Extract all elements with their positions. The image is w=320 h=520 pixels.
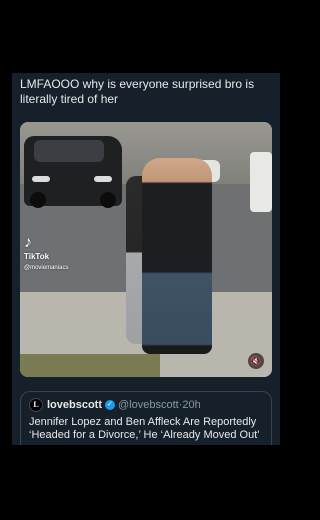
quoted-author-name[interactable]: lovebscott [47, 398, 102, 412]
tiktok-logo-icon: ♪ [24, 234, 32, 251]
speaker-muted-icon[interactable]: 🔇 [248, 353, 264, 369]
post-text: LMFAOOO why is everyone surprised bro is… [20, 77, 255, 106]
tiktok-watermark: ♪ TikTok @moviemaniacs [24, 234, 68, 273]
avatar[interactable]: L [29, 398, 43, 412]
post-time: 20h [182, 399, 201, 411]
tiktok-brand: TikTok [24, 252, 50, 261]
quoted-author-handle[interactable]: @lovebscott [118, 398, 179, 412]
quoted-post-header: L lovebscott ✓ @lovebscott · 20h [29, 398, 263, 412]
parked-suv [250, 152, 272, 212]
grass [20, 354, 160, 377]
man-walking [142, 158, 212, 354]
black-suv [24, 136, 122, 208]
post[interactable]: LMFAOOO why is everyone surprised bro is… [12, 73, 280, 445]
quoted-post-text: Jennifer Lopez and Ben Affleck Are Repor… [29, 416, 260, 441]
tiktok-handle: @moviemaniacs [24, 265, 69, 271]
video-player[interactable]: ♪ TikTok @moviemaniacs 🔇 [20, 122, 272, 377]
verified-badge-icon: ✓ [105, 400, 116, 410]
quoted-post[interactable]: L lovebscott ✓ @lovebscott · 20h Jennife… [20, 391, 272, 445]
